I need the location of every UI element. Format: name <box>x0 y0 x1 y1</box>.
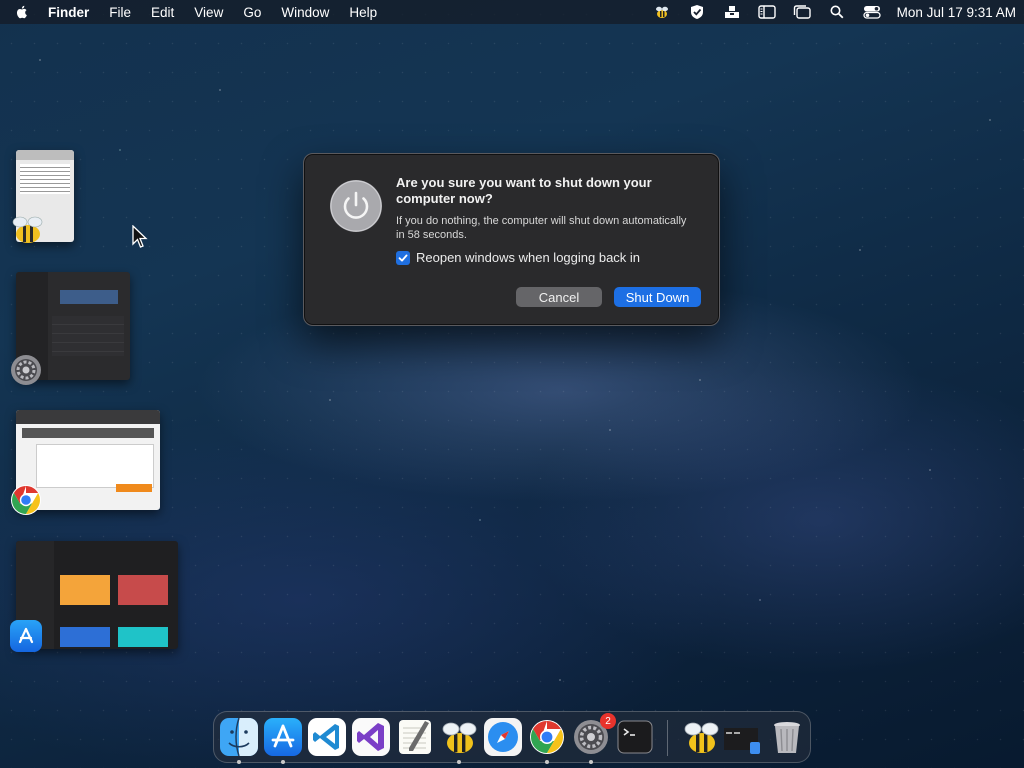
menu-bar-status-area: Mon Jul 17 9:31 AM <box>636 4 1016 20</box>
menu-app-name[interactable]: Finder <box>48 5 89 20</box>
thumb-titlebar <box>16 150 74 160</box>
running-indicator <box>237 760 241 764</box>
dock: 2 <box>213 711 811 764</box>
dock-item-bee-app-recent[interactable] <box>682 718 720 756</box>
thumb-content <box>60 290 118 304</box>
textedit-icon <box>399 720 431 754</box>
trash-icon <box>774 722 800 753</box>
dock-item-bee-app[interactable] <box>440 718 478 764</box>
dock-item-visual-studio[interactable] <box>352 718 390 756</box>
menu-go[interactable]: Go <box>243 5 261 20</box>
app-store-icon[interactable] <box>10 620 42 652</box>
dock-item-app-store[interactable] <box>264 718 302 764</box>
folder-stack-icon <box>724 728 760 754</box>
dock-item-textedit[interactable] <box>396 718 434 756</box>
menu-help[interactable]: Help <box>349 5 377 20</box>
wallpaper-starfield <box>0 0 1024 768</box>
apple-logo-icon[interactable] <box>14 4 30 20</box>
app-store-icon <box>264 718 302 756</box>
menu-edit[interactable]: Edit <box>151 5 174 20</box>
reopen-windows-checkbox[interactable] <box>396 250 410 265</box>
thumb-button <box>116 484 152 492</box>
dock-item-downloads-stack[interactable] <box>722 718 760 756</box>
bee-icon <box>684 722 719 753</box>
power-icon <box>330 180 382 232</box>
menu-file[interactable]: File <box>109 5 131 20</box>
bee-icon[interactable] <box>653 4 671 20</box>
reopen-windows-label[interactable]: Reopen windows when logging back in <box>416 250 640 265</box>
dock-item-system-settings[interactable]: 2 <box>572 713 616 764</box>
stage-manager-icon[interactable] <box>793 4 811 20</box>
chrome-icon <box>530 720 564 754</box>
thumb-result-card <box>118 627 168 647</box>
menu-bar-clock[interactable]: Mon Jul 17 9:31 AM <box>897 5 1016 20</box>
wallpaper-stars <box>0 0 1024 768</box>
finder-icon <box>220 717 258 757</box>
gear-icon[interactable] <box>10 354 42 386</box>
dropbox-icon[interactable] <box>723 4 741 20</box>
menu-view[interactable]: View <box>194 5 223 20</box>
running-indicator <box>545 760 549 764</box>
dock-item-safari[interactable] <box>484 718 522 756</box>
shield-check-icon[interactable] <box>688 4 706 20</box>
thumb-result-card <box>118 575 168 605</box>
dock-item-vscode[interactable] <box>308 718 346 756</box>
running-indicator <box>589 760 593 764</box>
dialog-message: If you do nothing, the computer will shu… <box>396 215 687 241</box>
menu-bar: Finder File Edit View Go Window Help Mon… <box>0 0 1024 24</box>
dock-item-finder[interactable] <box>220 717 258 764</box>
thumb-content <box>36 444 154 488</box>
thumb-list <box>52 316 124 356</box>
mouse-cursor-icon <box>132 225 148 248</box>
chrome-icon[interactable] <box>10 484 42 516</box>
running-indicator <box>281 760 285 764</box>
bee-icon[interactable] <box>10 212 46 246</box>
dialog-title: Are you sure you want to shut down your … <box>396 175 652 206</box>
thumb-titlebar <box>16 410 160 424</box>
safari-icon <box>484 718 522 756</box>
thumb-result-card <box>60 627 110 647</box>
cancel-button[interactable]: Cancel <box>516 287 602 307</box>
dock-item-chrome[interactable] <box>528 718 566 764</box>
terminal-icon <box>617 720 653 754</box>
thumb-result-card <box>60 575 110 605</box>
checkmark-icon <box>398 254 408 261</box>
shut-down-button[interactable]: Shut Down <box>614 287 701 307</box>
vscode-icon <box>308 718 346 756</box>
dock-separator <box>667 720 668 756</box>
reopen-windows-checkbox-row[interactable]: Reopen windows when logging back in <box>396 250 640 265</box>
control-center-icon[interactable] <box>863 4 881 20</box>
thumb-window-title <box>22 428 154 438</box>
sidebar-icon[interactable] <box>757 4 776 20</box>
running-indicator <box>457 760 461 764</box>
thumb-content <box>20 164 70 194</box>
spotlight-search-icon[interactable] <box>828 4 846 20</box>
dock-item-terminal[interactable] <box>616 718 654 756</box>
visual-studio-icon <box>352 718 390 756</box>
shutdown-dialog: Are you sure you want to shut down your … <box>303 153 720 326</box>
bee-icon <box>442 722 477 753</box>
menu-window[interactable]: Window <box>281 5 329 20</box>
dock-item-trash[interactable] <box>768 718 806 756</box>
notification-badge: 2 <box>600 713 616 729</box>
